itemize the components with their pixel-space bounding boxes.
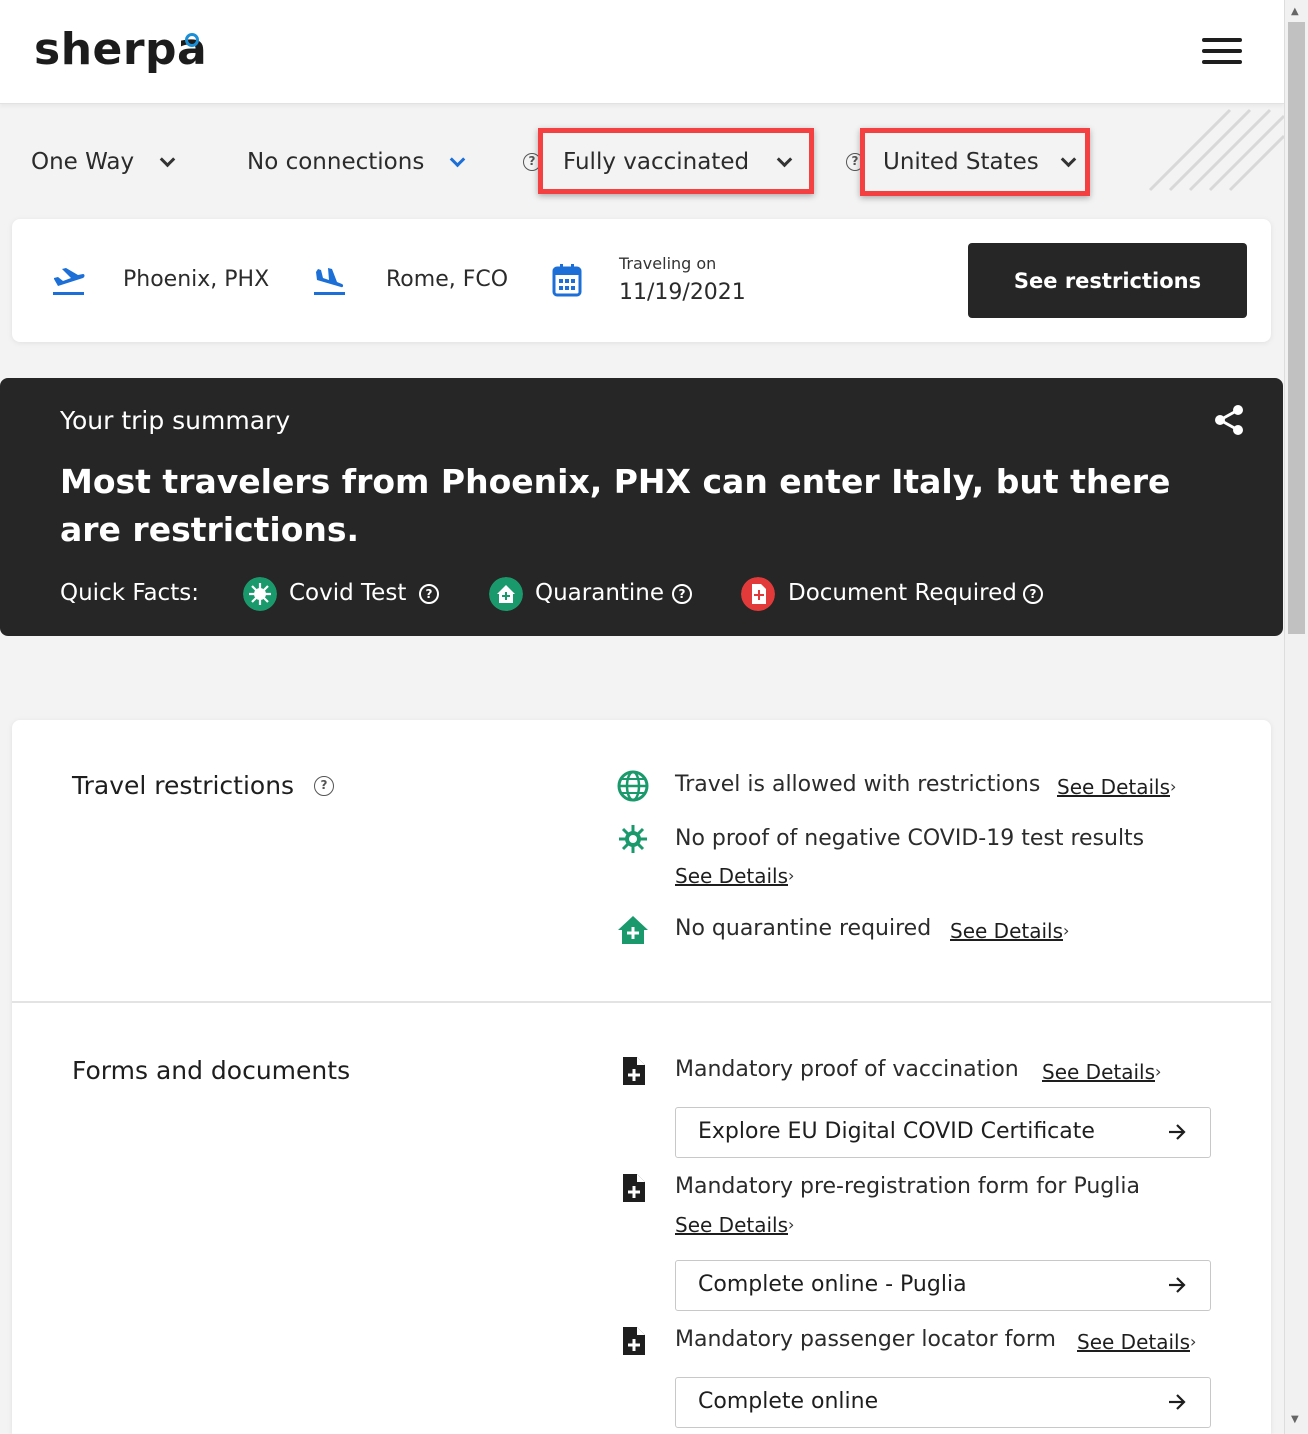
restriction-covid-test: No proof of negative COVID-19 test resul… [675, 826, 1145, 851]
help-icon[interactable]: ? [419, 584, 439, 604]
chevron-right-icon: › [1063, 921, 1070, 940]
see-details-link[interactable]: See Details [1077, 1330, 1190, 1354]
see-details-link[interactable]: See Details [675, 1213, 788, 1237]
nationality-dropdown[interactable]: United States [883, 143, 1077, 181]
sherpa-logo[interactable]: sherpa [34, 24, 207, 75]
fact-covid-test: Covid Test [289, 580, 407, 606]
form-passenger-locator: Mandatory passenger locator form [675, 1327, 1056, 1352]
document-plus-icon [623, 1327, 645, 1355]
document-plus-icon [623, 1057, 645, 1085]
action-label: Explore EU Digital COVID Certificate [698, 1119, 1095, 1144]
see-restrictions-button[interactable]: See restrictions [968, 243, 1247, 318]
covid-test-icon [243, 577, 277, 611]
scroll-thumb[interactable] [1288, 22, 1305, 634]
hamburger-menu-icon[interactable] [1202, 38, 1242, 68]
virus-icon [619, 825, 647, 853]
plane-takeoff-icon [53, 268, 85, 295]
scroll-down-arrow-icon[interactable]: ▼ [1291, 1414, 1299, 1425]
chevron-right-icon: › [1190, 1332, 1197, 1351]
form-pre-registration-puglia: Mandatory pre-registration form for Pugl… [675, 1174, 1140, 1199]
chevron-right-icon: › [1170, 777, 1177, 796]
chevron-right-icon: › [788, 866, 795, 885]
date-field[interactable]: 11/19/2021 [619, 280, 746, 305]
section-divider [12, 1001, 1271, 1003]
vaccination-dropdown[interactable]: Fully vaccinated [563, 143, 793, 181]
help-icon[interactable]: ? [1023, 584, 1043, 604]
connections-dropdown[interactable]: No connections [247, 143, 466, 181]
date-label: Traveling on [619, 254, 717, 273]
see-details-link[interactable]: See Details [1057, 775, 1170, 799]
quick-facts-label: Quick Facts: [60, 580, 199, 606]
chevron-down-icon [776, 151, 793, 167]
help-icon[interactable]: ? [672, 584, 692, 604]
document-required-icon [741, 577, 775, 611]
action-label: Complete online - Puglia [698, 1272, 967, 1297]
arrow-right-icon [1169, 1277, 1186, 1293]
complete-online-button[interactable]: Complete online [675, 1377, 1211, 1428]
fact-document-required: Document Required [788, 580, 1017, 606]
restriction-travel-allowed: Travel is allowed with restrictions [675, 772, 1041, 797]
scroll-up-arrow-icon[interactable]: ▲ [1291, 6, 1299, 17]
chevron-right-icon: › [788, 1215, 795, 1234]
decorative-stripes [1148, 108, 1284, 192]
form-proof-of-vaccination: Mandatory proof of vaccination [675, 1057, 1019, 1082]
destination-field[interactable]: Rome, FCO [386, 267, 508, 292]
origin-field[interactable]: Phoenix, PHX [123, 267, 269, 292]
quarantine-icon [489, 577, 523, 611]
top-header: sherpa [0, 0, 1284, 104]
share-icon[interactable] [1214, 404, 1244, 436]
arrow-right-icon [1169, 1394, 1186, 1410]
see-details-link[interactable]: See Details [950, 919, 1063, 943]
chevron-down-icon [1060, 151, 1077, 167]
connections-value: No connections [247, 149, 425, 175]
chevron-down-icon [159, 151, 176, 167]
calendar-icon[interactable] [552, 263, 582, 297]
help-icon[interactable]: ? [314, 776, 334, 796]
explore-eu-certificate-button[interactable]: Explore EU Digital COVID Certificate [675, 1107, 1211, 1158]
arrow-right-icon [1169, 1124, 1186, 1140]
summary-title: Your trip summary [60, 406, 291, 435]
document-plus-icon [623, 1174, 645, 1202]
globe-icon [617, 770, 649, 802]
vaccination-value: Fully vaccinated [563, 149, 750, 175]
restriction-quarantine: No quarantine required [675, 916, 932, 941]
fact-quarantine: Quarantine [535, 580, 665, 606]
nationality-value: United States [883, 149, 1039, 175]
forms-documents-title: Forms and documents [72, 1056, 351, 1085]
trip-summary-panel: Your trip summary Most travelers from Ph… [0, 378, 1283, 636]
plane-landing-icon [314, 268, 345, 295]
see-details-link[interactable]: See Details [675, 864, 788, 888]
logo-dot-icon [185, 33, 199, 47]
complete-online-puglia-button[interactable]: Complete online - Puglia [675, 1260, 1211, 1311]
action-label: Complete online [698, 1389, 879, 1414]
house-plus-icon [618, 916, 648, 944]
trip-type-value: One Way [31, 149, 135, 175]
chevron-right-icon: › [1155, 1062, 1162, 1081]
page-scrollbar[interactable]: ▲ ▼ [1284, 0, 1308, 1434]
trip-type-dropdown[interactable]: One Way [31, 143, 176, 181]
chevron-down-icon [450, 151, 466, 167]
summary-headline: Most travelers from Phoenix, PHX can ent… [60, 462, 1171, 549]
see-details-link[interactable]: See Details [1042, 1060, 1155, 1084]
travel-restrictions-title: Travel restrictions [72, 771, 295, 800]
